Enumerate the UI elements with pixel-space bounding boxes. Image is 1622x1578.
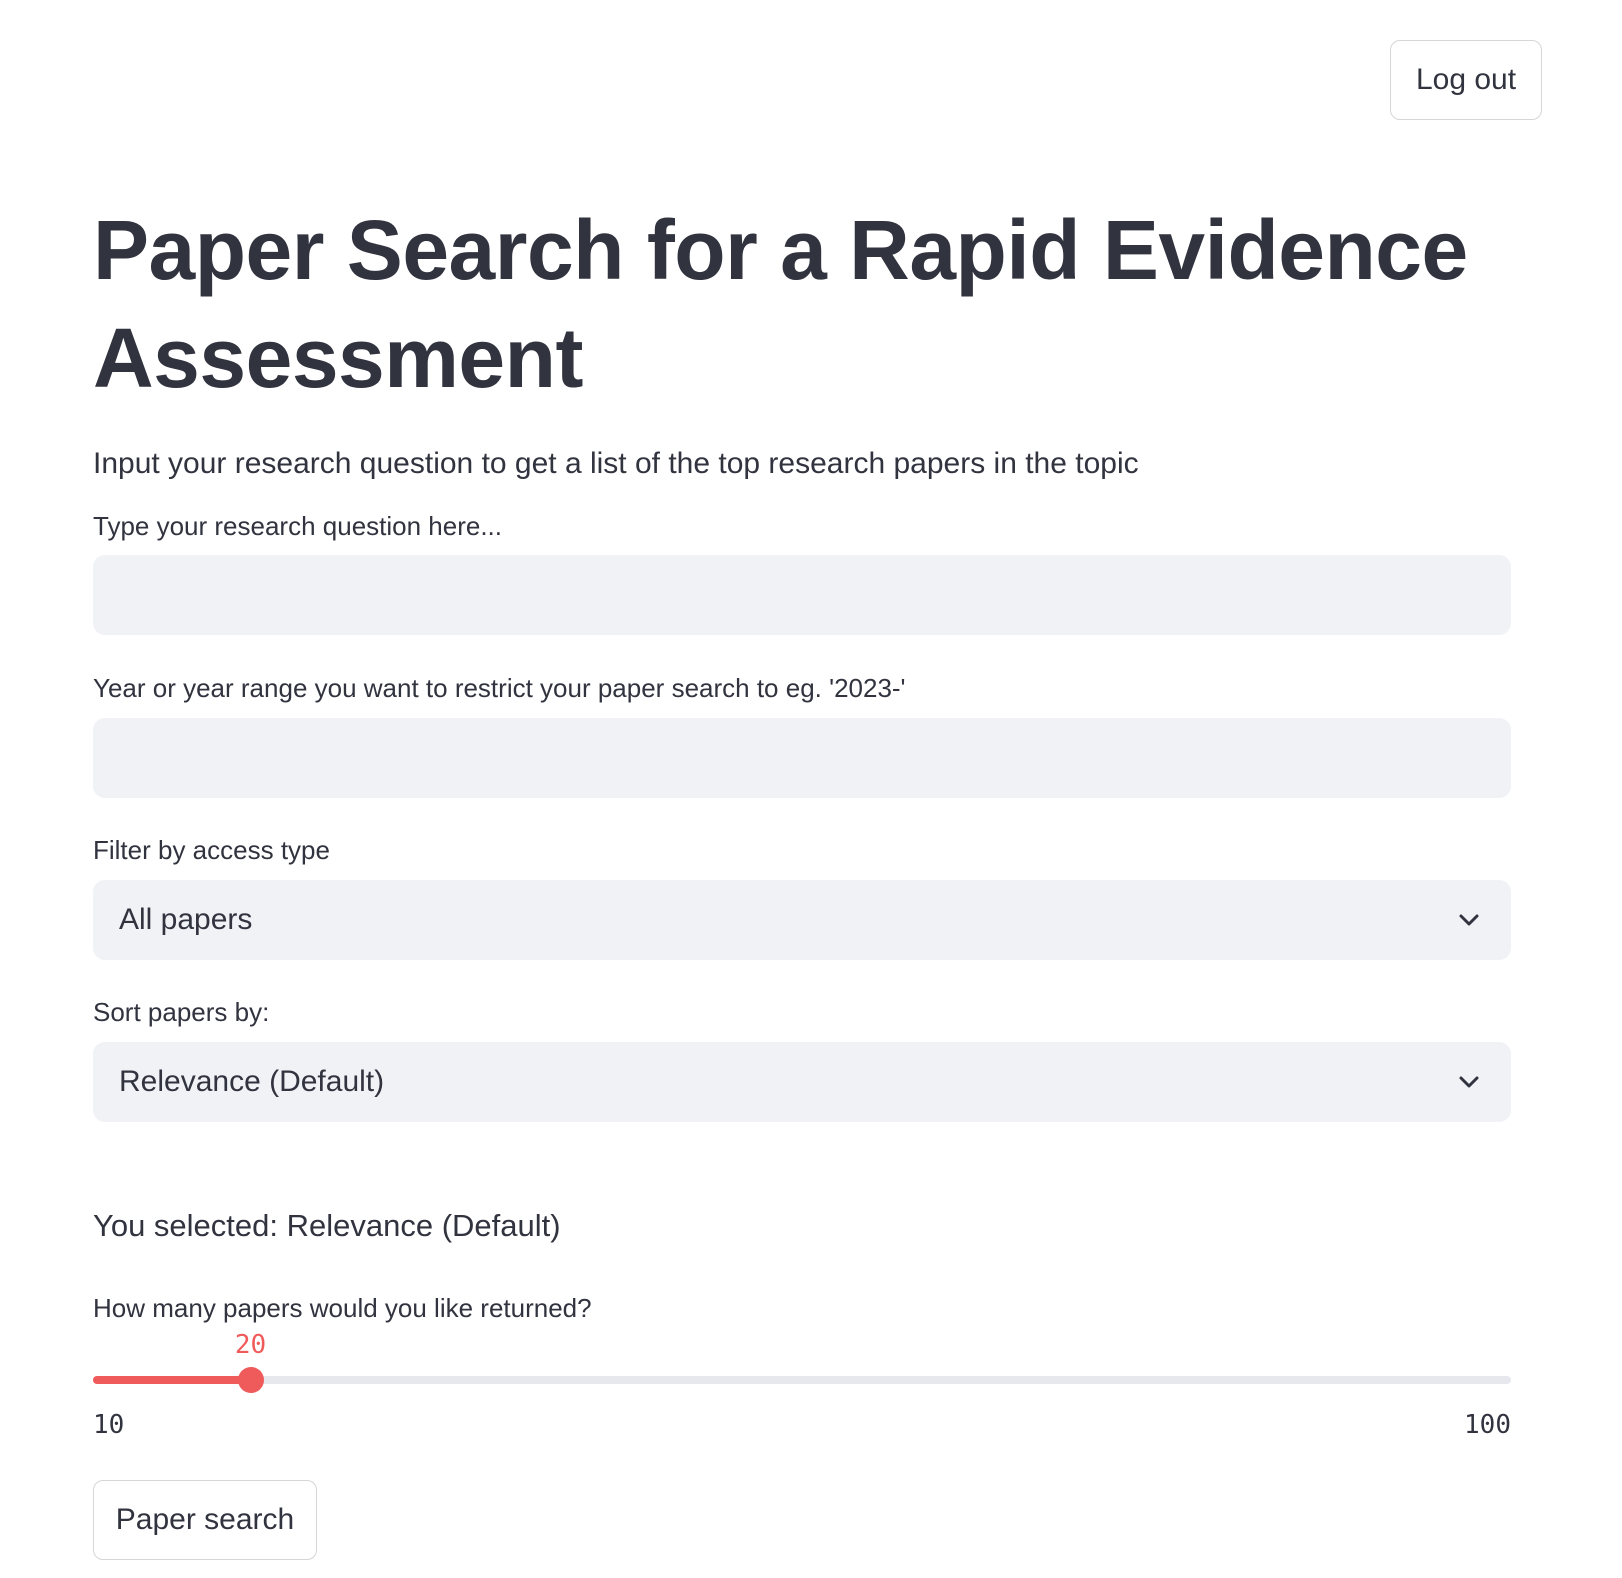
year-label: Year or year range you want to restrict … [93, 673, 906, 703]
page-title: Paper Search for a Rapid Evidence Assess… [93, 203, 1468, 405]
sort-value: Relevance (Default) [119, 1065, 385, 1098]
selection-feedback: You selected: Relevance (Default) [93, 1208, 561, 1243]
access-filter-select[interactable]: All papers [93, 880, 1511, 960]
question-input[interactable] [93, 555, 1511, 635]
slider-max-label: 100 [1464, 1410, 1511, 1440]
sort-select[interactable]: Relevance (Default) [93, 1042, 1511, 1122]
question-label: Type your research question here... [93, 511, 503, 541]
slider-min-label: 10 [93, 1410, 125, 1440]
sort-label: Sort papers by: [93, 997, 270, 1027]
access-filter-value: All papers [119, 903, 253, 936]
chevron-down-icon [1455, 1068, 1483, 1096]
papers-slider-track[interactable] [93, 1367, 1511, 1393]
page-subtitle: Input your research question to get a li… [93, 447, 1139, 480]
papers-slider-fill [93, 1376, 251, 1384]
year-input[interactable] [93, 718, 1511, 798]
papers-slider-label: How many papers would you like returned? [93, 1293, 592, 1323]
logout-button[interactable]: Log out [1390, 40, 1542, 120]
paper-search-button[interactable]: Paper search [93, 1480, 317, 1560]
access-filter-label: Filter by access type [93, 835, 330, 865]
slider-current-value: 20 [234, 1330, 267, 1360]
chevron-down-icon [1455, 906, 1483, 934]
papers-slider-thumb[interactable] [237, 1367, 264, 1393]
